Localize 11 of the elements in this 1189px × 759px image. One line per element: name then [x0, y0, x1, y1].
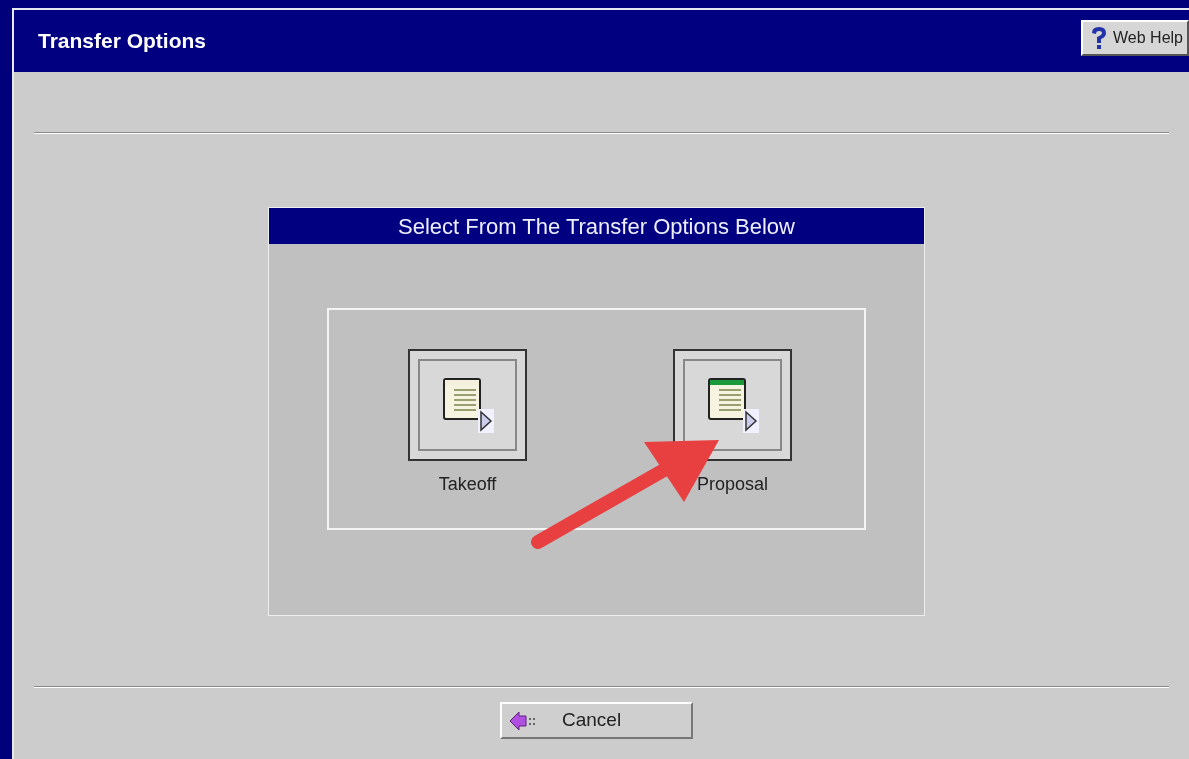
option-label: Takeoff [438, 473, 497, 496]
document-icon [441, 377, 494, 433]
transfer-option-button[interactable] [408, 349, 527, 461]
web-help-button[interactable]: Web Help [1081, 20, 1189, 56]
transfer-option-button[interactable] [673, 349, 792, 461]
window-title: Transfer Options [38, 28, 207, 55]
panel-title: Select From The Transfer Options Below [269, 208, 924, 244]
back-arrow-icon [508, 709, 538, 732]
option-label: Proposal [696, 473, 768, 496]
cancel-button[interactable]: Cancel [500, 702, 693, 739]
document-icon [706, 377, 759, 433]
